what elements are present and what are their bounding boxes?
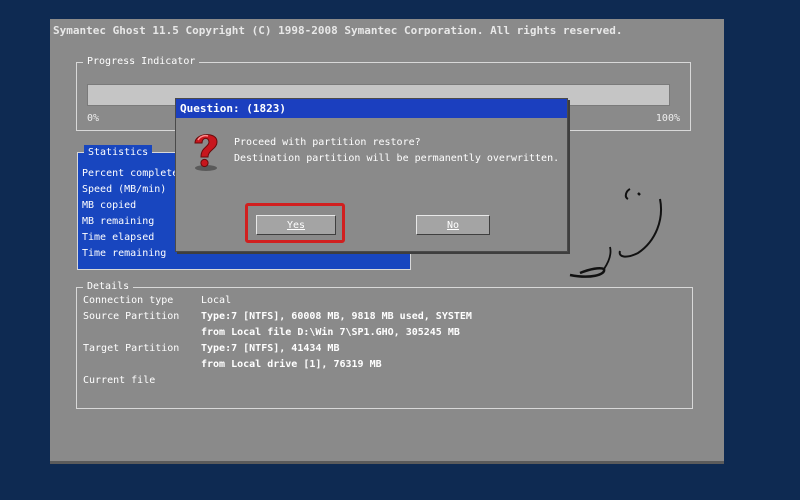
stat-mb-remaining: MB remaining: [82, 216, 155, 227]
no-button[interactable]: No: [416, 215, 490, 235]
window-title: Symantec Ghost 11.5 Copyright (C) 1998-2…: [53, 24, 623, 37]
connection-type-label: Connection type: [83, 295, 174, 306]
ghost-signature-logo: [569, 188, 662, 278]
progress-min-label: 0%: [87, 113, 100, 124]
source-partition-value: Type:7 [NTFS], 60008 MB, 9818 MB used, S…: [201, 311, 472, 322]
dialog-message-line-1: Proceed with partition restore?: [234, 137, 421, 148]
stat-time-remaining: Time remaining: [82, 248, 167, 259]
source-partition-label: Source Partition: [83, 311, 180, 322]
source-file-value: from Local file D:\Win 7\SP1.GHO, 305245…: [201, 327, 460, 338]
connection-type-value: Local: [201, 295, 232, 306]
dialog-message-line-2: Destination partition will be permanentl…: [234, 153, 560, 164]
target-partition-value: Type:7 [NTFS], 41434 MB: [201, 343, 340, 354]
details-group: Details Connection type Local Source Par…: [76, 279, 693, 409]
stat-time-elapsed: Time elapsed: [82, 232, 155, 243]
desktop-background: Symantec Ghost 11.5 Copyright (C) 1998-2…: [0, 0, 800, 500]
target-partition-label: Target Partition: [83, 343, 180, 354]
question-dialog: Question: (1823) Proceed with partition …: [175, 98, 568, 252]
statistics-label: Statistics: [84, 145, 153, 161]
progress-indicator-label: Progress Indicator: [83, 54, 200, 70]
current-file-label: Current file: [83, 375, 156, 386]
stat-mb-copied: MB copied: [82, 200, 137, 211]
stat-percent-complete: Percent complete: [82, 168, 179, 179]
question-icon: [194, 134, 218, 171]
stat-speed: Speed (MB/min): [82, 184, 167, 195]
dialog-title: Question: (1823): [176, 99, 567, 118]
yes-button[interactable]: Yes: [256, 215, 336, 235]
target-drive-value: from Local drive [1], 76319 MB: [201, 359, 382, 370]
progress-max-label: 100%: [655, 113, 680, 124]
